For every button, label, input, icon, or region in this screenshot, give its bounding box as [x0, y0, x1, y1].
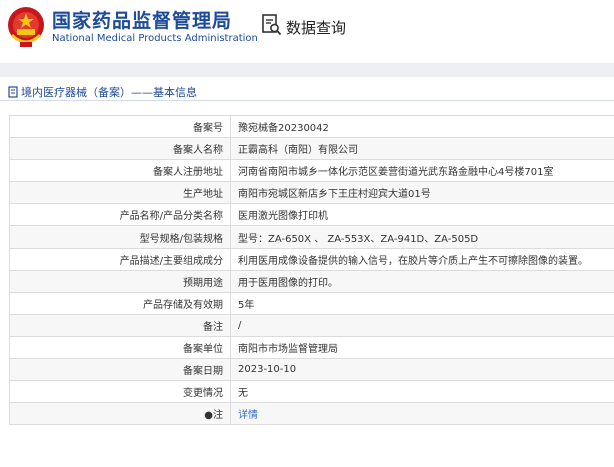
- search-document-icon: [262, 14, 282, 40]
- field-label: 备案单位: [9, 335, 231, 360]
- document-icon: [8, 86, 18, 98]
- field-label: 备案人注册地址: [9, 159, 231, 183]
- field-value: 用于医用图像的打印。: [230, 269, 614, 293]
- field-value: /: [230, 313, 614, 337]
- field-value: 医用激光图像打印机: [230, 203, 614, 227]
- national-emblem-icon: [6, 5, 46, 53]
- site-header: 国家药品监督管理局 National Medical Products Admi…: [0, 0, 614, 60]
- table-row: 备案日期 2023-10-10: [9, 358, 614, 382]
- table-row: 备案号 豫宛械备20230042: [9, 114, 614, 139]
- table-row: ●注 详情: [9, 402, 614, 426]
- field-label: 产品存储及有效期: [9, 291, 231, 315]
- table-row: 产品描述/主要组成成分 利用医用成像设备提供的输入信号，在胶片等介质上产生不可擦…: [9, 247, 614, 271]
- field-label: 备案号: [9, 114, 231, 139]
- section-divider: [0, 100, 614, 101]
- table-row: 备注 /: [9, 313, 614, 337]
- field-label: 备案日期: [9, 358, 231, 382]
- field-label: 生产地址: [9, 181, 231, 205]
- table-row: 备案人名称 正霸高科（南阳）有限公司: [9, 137, 614, 161]
- site-subtitle: National Medical Products Administration: [52, 33, 258, 44]
- field-label: 备注: [9, 313, 231, 337]
- site-title: 国家药品监督管理局: [52, 10, 233, 32]
- field-value: 河南省南阳市城乡一体化示范区姜营街道光武东路金融中心4号楼701室: [230, 159, 614, 183]
- field-label: 预期用途: [9, 269, 231, 293]
- breadcrumb: 境内医疗器械（备案）——基本信息: [8, 84, 197, 100]
- field-label: 型号规格/包装规格: [9, 225, 231, 249]
- bullet-icon: ●: [204, 410, 213, 422]
- header-divider-bar: [0, 63, 614, 77]
- field-value: 详情: [230, 402, 614, 426]
- field-value: 正霸高科（南阳）有限公司: [230, 137, 614, 161]
- field-value: 南阳市宛城区新店乡下王庄村迎宾大道01号: [230, 181, 614, 205]
- table-row: 备案单位 南阳市市场监督管理局: [9, 335, 614, 360]
- field-label: 备案人名称: [9, 137, 231, 161]
- breadcrumb-text: 境内医疗器械（备案）——基本信息: [21, 86, 197, 99]
- field-value: 利用医用成像设备提供的输入信号，在胶片等介质上产生不可擦除图像的装置。: [230, 247, 614, 271]
- data-query-label: 数据查询: [286, 18, 347, 37]
- field-value: 5年: [230, 291, 614, 315]
- table-row: 产品存储及有效期 5年: [9, 291, 614, 315]
- field-value: 南阳市市场监督管理局: [230, 335, 614, 360]
- field-value: 豫宛械备20230042: [230, 114, 614, 139]
- table-row: 型号规格/包装规格 型号：ZA-650X 、 ZA-553X、ZA-941D、Z…: [9, 225, 614, 249]
- field-value: 2023-10-10: [230, 358, 614, 382]
- table-row: 生产地址 南阳市宛城区新店乡下王庄村迎宾大道01号: [9, 181, 614, 205]
- record-detail-table: 备案号 豫宛械备20230042 备案人名称 正霸高科（南阳）有限公司 备案人注…: [9, 114, 614, 426]
- field-value: 型号：ZA-650X 、 ZA-553X、ZA-941D、ZA-505D: [230, 225, 614, 249]
- field-label: 变更情况: [9, 380, 231, 404]
- table-row: 变更情况 无: [9, 380, 614, 404]
- field-value: 无: [230, 380, 614, 404]
- table-row: 产品名称/产品分类名称 医用激光图像打印机: [9, 203, 614, 227]
- details-link[interactable]: 详情: [238, 410, 258, 421]
- data-query-link[interactable]: 数据查询: [262, 14, 346, 40]
- table-row: 备案人注册地址 河南省南阳市城乡一体化示范区姜营街道光武东路金融中心4号楼701…: [9, 159, 614, 183]
- field-label: 注: [213, 410, 223, 422]
- note-label: ●注: [9, 402, 231, 426]
- table-row: 预期用途 用于医用图像的打印。: [9, 269, 614, 293]
- field-label: 产品名称/产品分类名称: [9, 203, 231, 227]
- field-label: 产品描述/主要组成成分: [9, 247, 231, 271]
